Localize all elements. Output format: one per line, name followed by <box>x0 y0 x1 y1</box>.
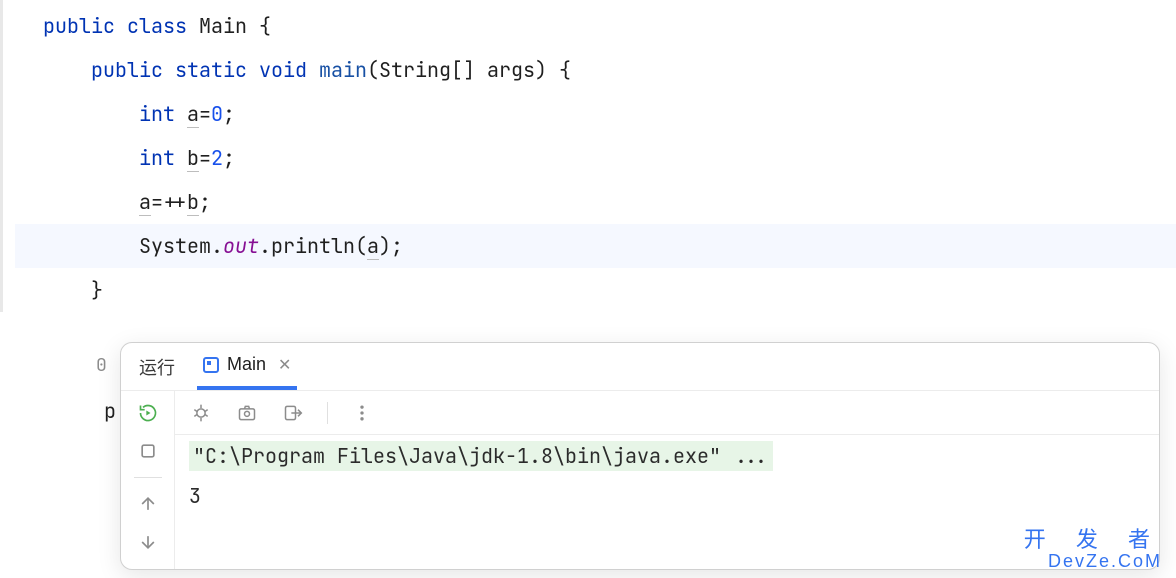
code-line-5[interactable]: a=++b; <box>15 180 1176 224</box>
type-int: int <box>139 101 175 127</box>
camera-icon[interactable] <box>235 401 259 425</box>
rerun-button[interactable] <box>136 401 160 425</box>
console-stdout: 3 <box>189 471 1145 509</box>
divider <box>134 477 162 478</box>
keyword-class: class <box>127 13 187 39</box>
var-b: b <box>187 145 199 172</box>
brace: { <box>259 13 271 39</box>
code-line-6[interactable]: System.out.println(a); <box>15 224 1176 268</box>
type-int: int <box>139 145 175 171</box>
gutter-fold-0: 0 <box>96 354 107 377</box>
keyword-public: public <box>91 57 163 83</box>
more-icon[interactable] <box>350 401 374 425</box>
tab-main[interactable]: Main ✕ <box>197 343 297 390</box>
scroll-down-button[interactable] <box>136 530 160 554</box>
field-out: out <box>223 233 259 259</box>
application-icon <box>203 357 219 373</box>
code-line-2[interactable]: public static void main(String[] args) { <box>15 48 1176 92</box>
gutter-fold-p: p <box>104 398 116 424</box>
tab-main-label: Main <box>227 354 266 375</box>
num-literal: 2 <box>211 145 223 171</box>
run-label[interactable]: 运行 <box>135 354 179 380</box>
keyword-static: static <box>175 57 247 83</box>
var-a: a <box>187 101 199 128</box>
keyword-void: void <box>259 57 307 83</box>
code-line-3[interactable]: int a=0; <box>15 92 1176 136</box>
divider <box>327 402 328 424</box>
var-a: a <box>367 233 379 260</box>
watermark: 开 发 者 DevZe.CoM <box>1024 528 1162 572</box>
num-literal: 0 <box>211 101 223 127</box>
class-name: Main <box>199 13 247 39</box>
code-line-1[interactable]: public class Main { <box>15 4 1176 48</box>
code-line-7[interactable]: } <box>15 268 1176 312</box>
brace: } <box>91 277 103 303</box>
console-output[interactable]: "C:\Program Files\Java\jdk-1.8\bin\java.… <box>175 435 1159 515</box>
console-command: "C:\Program Files\Java\jdk-1.8\bin\java.… <box>189 441 773 471</box>
close-icon[interactable]: ✕ <box>274 355 291 375</box>
run-toolbar <box>175 391 1159 435</box>
keyword-public: public <box>43 13 115 39</box>
method-name: main <box>319 57 367 83</box>
code-editor[interactable]: public class Main { public static void m… <box>0 0 1176 312</box>
exit-icon[interactable] <box>281 401 305 425</box>
params: (String[] args) { <box>367 57 571 83</box>
stop-button[interactable] <box>136 439 160 463</box>
scroll-up-button[interactable] <box>136 492 160 516</box>
debug-icon[interactable] <box>189 401 213 425</box>
var-a: a <box>139 189 151 216</box>
var-b: b <box>187 189 199 216</box>
run-tabs: 运行 Main ✕ <box>121 343 1159 391</box>
code-line-4[interactable]: int b=2; <box>15 136 1176 180</box>
run-tool-window: 运行 Main ✕ <box>120 342 1160 570</box>
run-side-toolbar <box>121 391 175 569</box>
watermark-cn: 开 发 者 <box>1024 528 1162 552</box>
watermark-en: DevZe.CoM <box>1024 552 1162 572</box>
